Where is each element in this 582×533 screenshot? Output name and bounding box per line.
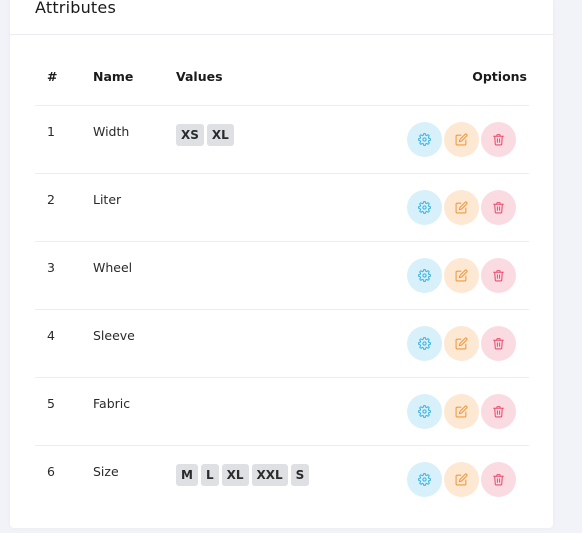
value-badge: L <box>200 464 219 486</box>
gear-icon <box>418 269 431 282</box>
table-row: 5 Fabric <box>35 378 529 446</box>
trash-icon <box>492 473 505 486</box>
table-row: 2 Liter <box>35 174 529 242</box>
trash-icon <box>492 269 505 282</box>
edit-button[interactable] <box>444 190 479 225</box>
delete-button[interactable] <box>481 394 516 429</box>
attribute-values: XS XL <box>176 124 234 146</box>
row-options <box>407 462 516 497</box>
row-options <box>407 190 516 225</box>
edit-icon <box>455 269 468 282</box>
attribute-values: M L XL XXL S <box>176 464 310 486</box>
gear-icon <box>418 337 431 350</box>
gear-icon <box>418 405 431 418</box>
delete-button[interactable] <box>481 326 516 361</box>
edit-icon <box>455 133 468 146</box>
row-options <box>407 122 516 157</box>
settings-button[interactable] <box>407 394 442 429</box>
row-options <box>407 394 516 429</box>
attribute-name: Fabric <box>93 396 131 411</box>
settings-button[interactable] <box>407 462 442 497</box>
page-title: Attributes <box>35 0 116 17</box>
value-badge: XS <box>176 124 204 146</box>
delete-button[interactable] <box>481 462 516 497</box>
settings-button[interactable] <box>407 326 442 361</box>
row-number: 4 <box>47 328 55 343</box>
delete-button[interactable] <box>481 122 516 157</box>
settings-button[interactable] <box>407 258 442 293</box>
gear-icon <box>418 201 431 214</box>
row-options <box>407 326 516 361</box>
delete-button[interactable] <box>481 190 516 225</box>
row-number: 2 <box>47 192 55 207</box>
attribute-name: Size <box>93 464 119 479</box>
table-header: # Name Values Options <box>35 34 529 106</box>
attribute-name: Liter <box>93 192 122 207</box>
gear-icon <box>418 473 431 486</box>
value-badge: XXL <box>251 464 288 486</box>
row-number: 5 <box>47 396 55 411</box>
trash-icon <box>492 405 505 418</box>
header-options: Options <box>472 69 527 84</box>
table-row: 6 Size M L XL XXL S <box>35 446 529 513</box>
gear-icon <box>418 133 431 146</box>
edit-button[interactable] <box>444 122 479 157</box>
attributes-table: # Name Values Options 1 Width XS XL 2 Liter 3 W… <box>35 34 529 513</box>
edit-icon <box>455 405 468 418</box>
value-badge: XL <box>221 464 249 486</box>
row-number: 1 <box>47 124 55 139</box>
value-badge: XL <box>206 124 234 146</box>
trash-icon <box>492 133 505 146</box>
settings-button[interactable] <box>407 122 442 157</box>
attribute-name: Sleeve <box>93 328 135 343</box>
header-name: Name <box>93 69 134 84</box>
settings-button[interactable] <box>407 190 442 225</box>
row-number: 3 <box>47 260 55 275</box>
table-row: 3 Wheel <box>35 242 529 310</box>
header-num: # <box>47 69 58 84</box>
trash-icon <box>492 201 505 214</box>
row-number: 6 <box>47 464 55 479</box>
edit-button[interactable] <box>444 394 479 429</box>
edit-button[interactable] <box>444 258 479 293</box>
edit-button[interactable] <box>444 326 479 361</box>
edit-icon <box>455 337 468 350</box>
table-row: 1 Width XS XL <box>35 106 529 174</box>
attribute-name: Wheel <box>93 260 133 275</box>
attributes-card: Attributes # Name Values Options 1 Width X… <box>10 0 553 528</box>
table-row: 4 Sleeve <box>35 310 529 378</box>
trash-icon <box>492 337 505 350</box>
attribute-name: Width <box>93 124 130 139</box>
value-badge: M <box>176 464 198 486</box>
value-badge: S <box>290 464 310 486</box>
edit-icon <box>455 473 468 486</box>
header-values: Values <box>176 69 223 84</box>
edit-button[interactable] <box>444 462 479 497</box>
card-header: Attributes <box>10 0 553 35</box>
delete-button[interactable] <box>481 258 516 293</box>
table-body: 1 Width XS XL 2 Liter 3 Wheel 4 Sleeve 5 Fabric 6 Siz… <box>35 106 529 513</box>
edit-icon <box>455 201 468 214</box>
row-options <box>407 258 516 293</box>
